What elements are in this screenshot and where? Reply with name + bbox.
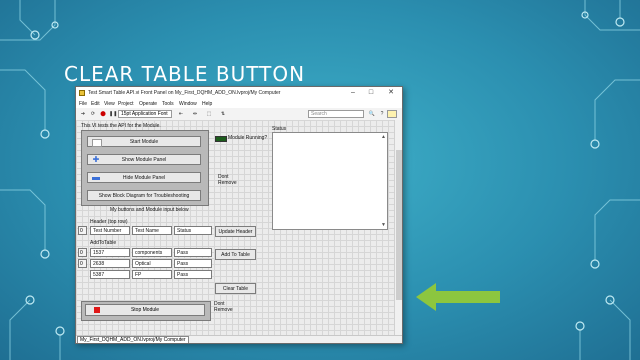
start-icon (92, 139, 102, 147)
resize-icon[interactable]: ⬚ (203, 110, 215, 118)
slide-title: CLEAR TABLE BUTTON (64, 62, 306, 86)
add-to-table-button[interactable]: Add To Table (215, 249, 256, 260)
reorder-icon[interactable]: ⇅ (217, 110, 229, 118)
labview-app-icon (79, 90, 85, 96)
header-cell[interactable]: Test Name (132, 226, 172, 235)
collapse-icon (92, 177, 100, 180)
pointer-arrow-icon (416, 283, 500, 311)
module-running-led (215, 136, 227, 142)
table-cell[interactable]: FP (132, 270, 172, 279)
distribute-icon[interactable]: ⇹ (189, 110, 201, 118)
stop-icon (94, 307, 100, 313)
menu-bar: File Edit View Project Operate Tools Win… (76, 99, 402, 108)
stop-module-button[interactable]: Stop Module (85, 304, 205, 316)
header-cell[interactable]: Status (174, 226, 212, 235)
dont-remove-label-2: Dont Remove (214, 301, 233, 313)
run-continuously-icon[interactable]: ⟳ (89, 110, 97, 118)
menu-help[interactable]: Help (202, 101, 212, 107)
table-cell[interactable]: components (132, 248, 172, 257)
status-bar: My_First_DQHM_ADD_ON.lvproj/My Computer (76, 335, 402, 343)
table-cell[interactable]: Pass (174, 248, 212, 257)
project-path[interactable]: My_First_DQHM_ADD_ON.lvproj/My Computer (77, 336, 189, 343)
search-input[interactable]: Search (308, 110, 364, 118)
stop-module-group: Stop Module (81, 301, 211, 321)
header-cell[interactable]: Test Number (90, 226, 130, 235)
add-to-table-inner-index[interactable]: 0 (78, 259, 87, 268)
scroll-up-icon[interactable]: ▲ (381, 134, 386, 140)
run-arrow-icon[interactable]: ➔ (79, 110, 87, 118)
update-header-button[interactable]: Update Header (215, 226, 256, 237)
hide-module-panel-button[interactable]: Hide Module Panel (87, 172, 201, 183)
add-to-table-label: AddToTable (90, 240, 117, 246)
menu-edit[interactable]: Edit (91, 101, 100, 107)
align-icon[interactable]: ⇤ (175, 110, 187, 118)
labview-window: Test Smart Table API.vi Front Panel on M… (75, 86, 403, 344)
table-cell[interactable]: Pass (174, 259, 212, 268)
start-module-button[interactable]: Start Module (87, 136, 201, 147)
module-running-label: Module Running? (228, 135, 268, 141)
show-block-diagram-button[interactable]: Show Block Diagram for Troubleshooting (87, 190, 201, 201)
window-title: Test Smart Table API.vi Front Panel on M… (88, 90, 281, 96)
front-panel: This VI tests the API for the Module. St… (76, 120, 394, 335)
scroll-down-icon[interactable]: ▼ (381, 222, 386, 228)
vi-icon (387, 110, 397, 118)
table-cell[interactable]: Optical (132, 259, 172, 268)
close-button[interactable]: ✕ (382, 88, 400, 98)
minimize-button[interactable]: – (344, 88, 362, 98)
menu-file[interactable]: File (79, 101, 87, 107)
clear-table-button[interactable]: Clear Table (215, 283, 256, 294)
group-caption: My buttons and Module input below (110, 207, 189, 213)
show-module-panel-button[interactable]: ✚ Show Module Panel (87, 154, 201, 165)
font-selector[interactable]: 15pt Application Font (118, 110, 172, 118)
menu-tools[interactable]: Tools (162, 101, 174, 107)
panel-description: This VI tests the API for the Module. (81, 123, 161, 129)
add-to-table-outer-index[interactable]: 0 (78, 248, 87, 257)
header-index[interactable]: 0 (78, 226, 87, 235)
menu-operate[interactable]: Operate (139, 101, 157, 107)
dont-remove-label: Dont Remove (218, 174, 237, 186)
table-cell[interactable]: Pass (174, 270, 212, 279)
pause-icon[interactable]: ❚❚ (109, 110, 117, 118)
scrollbar-thumb[interactable] (396, 150, 402, 300)
header-label: Header (top row) (90, 219, 128, 225)
menu-view[interactable]: View (104, 101, 115, 107)
menu-window[interactable]: Window (179, 101, 197, 107)
maximize-button[interactable]: □ (362, 88, 380, 98)
title-bar: Test Smart Table API.vi Front Panel on M… (76, 87, 402, 99)
help-icon[interactable]: ? (378, 110, 386, 118)
table-cell[interactable]: 2638 (90, 259, 130, 268)
module-buttons-group: Start Module ✚ Show Module Panel Hide Mo… (81, 130, 209, 206)
expand-icon: ✚ (92, 155, 100, 164)
table-cell[interactable]: 5387 (90, 270, 130, 279)
abort-icon[interactable]: ⬤ (99, 110, 107, 118)
table-cell[interactable]: 1537 (90, 248, 130, 257)
vertical-scrollbar[interactable] (394, 120, 402, 335)
status-indicator: ▲ ▼ (272, 132, 388, 230)
menu-project[interactable]: Project (118, 101, 134, 107)
search-icon[interactable]: 🔍 (368, 110, 376, 118)
